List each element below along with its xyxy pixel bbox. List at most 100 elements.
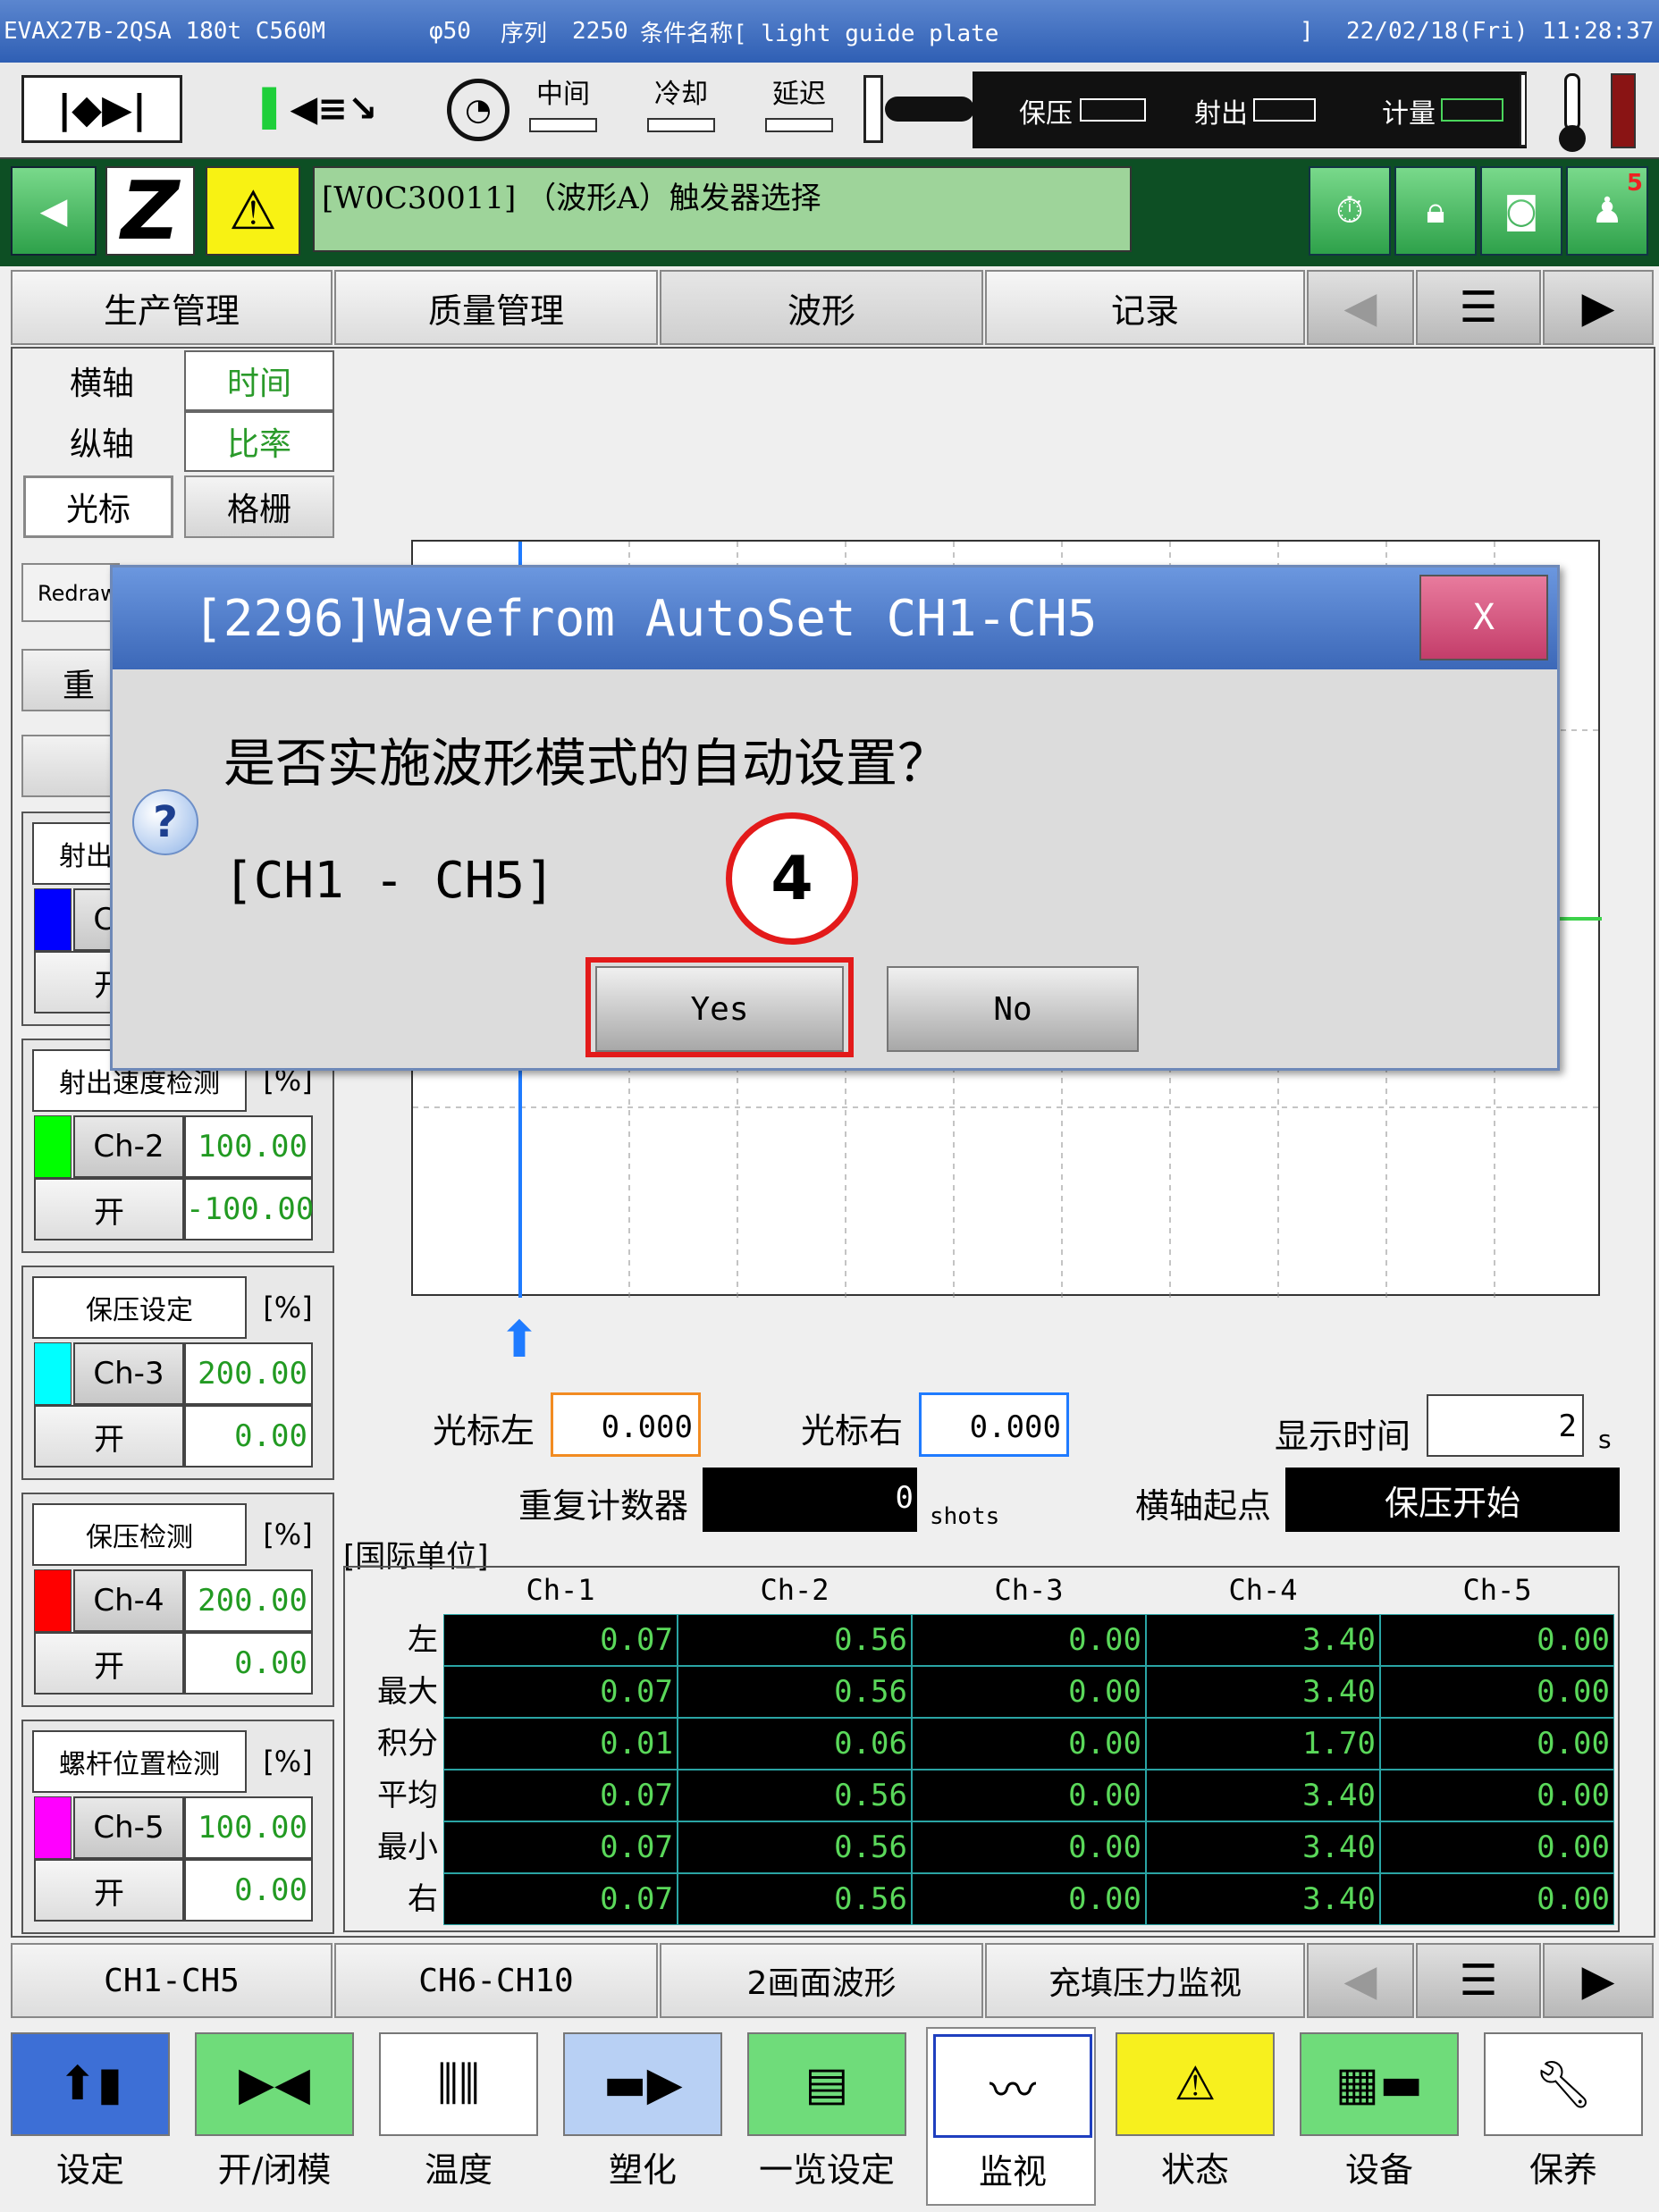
channel-name[interactable]: Ch-3 [73,1342,184,1405]
alarm-message: [W0C30011] （波形A）触发器选择 [313,166,1132,252]
ejector-icon: ▌ ◀≡↘ [262,88,378,130]
channel-title: 保压检测 [32,1503,247,1566]
channel-max[interactable]: 200.00 [184,1569,313,1632]
nav-list[interactable]: ▤ 一览设定 [742,2027,912,2206]
datetime: 22/02/18(Fri) 11:28:37 [1346,18,1655,45]
tab-record[interactable]: 记录 [985,270,1305,345]
triangle-left-icon: ◀ [1343,1955,1377,2006]
message-bar: ◀ Z ⚠ [W0C30011] （波形A）触发器选择 ⏱ 🔒︎ ◙ ♟ 5 [0,159,1659,266]
table-cell: 0.00 [1380,1873,1614,1925]
nav-warning[interactable]: ⚠ 状态 [1110,2027,1280,2206]
lock-button[interactable]: 🔒︎ [1394,166,1477,256]
tab-waveform[interactable]: 波形 [660,270,983,345]
user-button[interactable]: ♟ 5 [1566,166,1648,256]
tab-dual-waveform[interactable]: 2画面波形 [660,1943,983,2018]
channel-min[interactable]: 0.00 [184,1859,313,1922]
channel-max[interactable]: 200.00 [184,1342,313,1405]
yes-button[interactable]: Yes [595,966,844,1052]
column-header: Ch-2 [760,1573,830,1607]
heater-icon: ⫼⫼ [379,2032,538,2136]
channel-min[interactable]: -100.00 [184,1178,314,1241]
nav-mold[interactable]: ▶◀ 开/闭模 [189,2027,359,2206]
row-label: 左 [408,1622,438,1658]
timer-button[interactable]: ⏱ [1309,166,1391,256]
injection-bar: 保压 射出 计量 [973,71,1527,148]
channel-max[interactable]: 100.00 [184,1115,313,1178]
no-button[interactable]: No [887,966,1139,1052]
nav-setup[interactable]: ⬆▮ 设定 [5,2027,175,2206]
plasticize-icon: ▬▶ [563,2032,722,2136]
cursor-button[interactable]: 光标 [23,475,173,538]
back-arrow-icon: ◀ [39,190,68,231]
display-time-value[interactable]: 2 [1427,1394,1584,1457]
z-logo[interactable]: Z [105,164,195,258]
channel-toggle[interactable]: 开 [34,1178,184,1241]
bottom-prev-button[interactable]: ◀ [1307,1943,1414,2018]
nav-monitor[interactable]: 〰 监视 [926,2027,1096,2206]
row-label: 右 [408,1881,438,1917]
back-button[interactable]: ◀ [11,166,97,256]
channel-color-swatch [34,1796,72,1859]
table-cell: 0.00 [1380,1614,1614,1666]
row-label: 积分 [377,1726,438,1762]
alarm-warning-icon[interactable]: ⚠ [206,166,300,256]
grid-button[interactable]: 格栅 [184,475,334,538]
table-cell: 0.56 [678,1614,912,1666]
tab-quality[interactable]: 质量管理 [334,270,658,345]
cursor-right-value[interactable]: 0.000 [919,1392,1069,1457]
triangle-right-icon: ▶ [1581,282,1615,332]
list-icon: ▤ [747,2032,906,2136]
mold-open-close-icon: |◆▶| [21,75,182,143]
cursor-left-label: 光标左 [433,1411,535,1451]
bottom-next-button[interactable]: ▶ [1543,1943,1654,2018]
channel-title: 螺杆位置检测 [32,1730,247,1793]
axis-origin-value[interactable]: 保压开始 [1285,1468,1620,1532]
channel-name[interactable]: Ch-5 [73,1796,184,1859]
tab-ch6-ch10[interactable]: CH6-CH10 [334,1943,658,2018]
table-cell: 0.56 [678,1770,912,1821]
nav-heater[interactable]: ⫼⫼ 温度 [374,2027,543,2206]
channel-toggle[interactable]: 开 [34,1405,184,1468]
bottom-menu-button[interactable]: ☰ [1416,1943,1541,2018]
vertical-axis-value[interactable]: 比率 [184,411,334,472]
display-time-label: 显示时间 [1275,1417,1411,1456]
nav-label: 设定 [55,2150,124,2190]
cursor-arrow-icon[interactable]: ⬆ [499,1307,541,1373]
channel-name[interactable]: Ch-2 [73,1115,184,1178]
channel-toggle[interactable]: 开 [34,1859,184,1922]
tab-prev-button[interactable]: ◀ [1307,270,1414,345]
machine-model: EVAX27B-2QSA 180t C560M [4,18,326,45]
channel-toggle[interactable]: 开 [34,1632,184,1695]
channel-min[interactable]: 0.00 [184,1405,313,1468]
nav-label: 保养 [1528,2150,1597,2190]
channel-color-swatch [34,1342,72,1405]
tab-production[interactable]: 生产管理 [11,270,333,345]
channel-unit: [%] [263,1291,313,1325]
nav-wrench[interactable]: 🔧︎ 保养 [1478,2027,1648,2206]
table-cell: 0.56 [678,1666,912,1718]
nozzle-bracket [863,75,883,143]
column-header: Ch-4 [1228,1573,1298,1607]
dialog-title: [2296]Wavefrom AutoSet CH1-CH5 [113,568,1557,669]
tab-ch1-ch5[interactable]: CH1-CH5 [11,1943,333,2018]
redraw-button[interactable]: Redraw [21,563,120,622]
blank-button[interactable] [21,735,120,797]
channel-min[interactable]: 0.00 [184,1632,313,1695]
tab-menu-button[interactable]: ☰ [1416,270,1541,345]
repeat-button[interactable]: 重复 [21,649,120,711]
row-label: 平均 [377,1778,438,1813]
table-cell: 3.40 [1146,1614,1380,1666]
tab-fill-pressure[interactable]: 充填压力监视 [985,1943,1305,2018]
screenshot-button[interactable]: ◙ [1480,166,1562,256]
nav-equipment[interactable]: ▦▬ 设备 [1294,2027,1464,2206]
repeat-counter-value: 0 [703,1468,917,1532]
table-cell: 0.00 [912,1718,1146,1770]
channel-max[interactable]: 100.00 [184,1796,313,1859]
nav-label: 一览设定 [758,2150,895,2190]
tab-next-button[interactable]: ▶ [1543,270,1654,345]
nav-plasticize[interactable]: ▬▶ 塑化 [558,2027,728,2206]
dialog-close-button[interactable]: X [1419,575,1548,660]
horizontal-axis-value[interactable]: 时间 [184,350,334,411]
channel-name[interactable]: Ch-4 [73,1569,184,1632]
cursor-left-value[interactable]: 0.000 [551,1392,701,1457]
